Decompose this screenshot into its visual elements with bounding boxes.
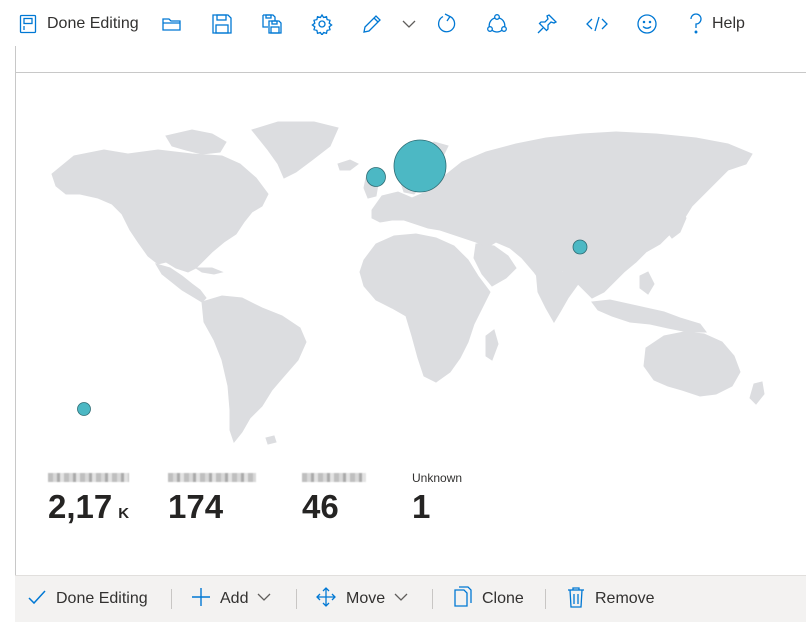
legend-value: 1 bbox=[412, 488, 431, 525]
legend-label: Unknown bbox=[412, 471, 463, 485]
code-icon bbox=[586, 13, 608, 35]
legend-value: 2,17 K bbox=[48, 488, 130, 525]
land-arctic-islands bbox=[165, 129, 227, 155]
legend-item-3: Label 46 bbox=[302, 470, 366, 526]
map-tile: Label 2,17K Label 174 Label 46 Unknown 1 bbox=[15, 46, 806, 622]
edit-dropdown[interactable] bbox=[400, 11, 418, 37]
toolbar-divider bbox=[296, 589, 297, 609]
bubble-uk[interactable] bbox=[366, 167, 386, 187]
add-label: Add bbox=[220, 590, 249, 607]
land-africa bbox=[359, 233, 491, 383]
move-label: Move bbox=[346, 590, 386, 607]
done-editing-button[interactable]: Done Editing bbox=[18, 11, 139, 37]
land-madagascar bbox=[485, 329, 499, 361]
legend-suffix: K bbox=[118, 505, 130, 522]
settings-button[interactable] bbox=[311, 11, 333, 37]
pencil-icon bbox=[361, 13, 383, 35]
land-greenland bbox=[251, 121, 339, 179]
clone-button[interactable]: Clone bbox=[453, 585, 524, 613]
remove-button[interactable]: Remove bbox=[566, 586, 655, 613]
help-button[interactable]: Help bbox=[689, 11, 745, 37]
save-all-button[interactable] bbox=[261, 11, 283, 37]
help-label: Help bbox=[712, 15, 745, 32]
move-button[interactable]: Move bbox=[315, 586, 409, 613]
land-iceland bbox=[337, 159, 359, 171]
feedback-button[interactable] bbox=[636, 11, 658, 37]
done-editing-bottom-label: Done Editing bbox=[56, 590, 148, 607]
trash-icon bbox=[566, 586, 586, 613]
checkmark-icon bbox=[27, 587, 47, 612]
edit-button[interactable] bbox=[361, 11, 383, 37]
clone-label: Clone bbox=[482, 590, 524, 607]
land-antarctic-fragment bbox=[265, 435, 277, 445]
gear-icon bbox=[311, 13, 333, 35]
add-button[interactable]: Add bbox=[191, 587, 272, 612]
remove-label: Remove bbox=[595, 590, 655, 607]
legend-label: Label bbox=[302, 470, 366, 486]
refresh-icon bbox=[436, 13, 458, 35]
save-all-icon bbox=[261, 13, 283, 35]
move-arrows-icon bbox=[315, 586, 337, 613]
legend-label: Label bbox=[168, 470, 256, 486]
chevron-down-icon bbox=[256, 589, 272, 610]
legend-value: 174 bbox=[168, 488, 224, 525]
dashboard-icon bbox=[18, 14, 38, 34]
chevron-down-icon bbox=[393, 589, 409, 610]
land-philippines bbox=[639, 271, 655, 295]
land-australia bbox=[643, 331, 741, 397]
toolbar-divider bbox=[545, 589, 546, 609]
world-map bbox=[51, 121, 765, 445]
bubble-india[interactable] bbox=[572, 239, 588, 255]
top-toolbar: Done Editing Help bbox=[0, 0, 806, 46]
save-icon bbox=[211, 13, 233, 35]
chevron-down-icon bbox=[400, 15, 418, 33]
toolbar-divider bbox=[171, 589, 172, 609]
smiley-icon bbox=[636, 13, 658, 35]
bottom-toolbar: Done Editing Add Move Clone Remove bbox=[15, 575, 806, 622]
legend-label: Label bbox=[48, 470, 129, 486]
land-cuba bbox=[194, 267, 224, 275]
done-editing-label: Done Editing bbox=[47, 15, 139, 32]
land-new-zealand bbox=[749, 381, 765, 405]
help-icon bbox=[689, 13, 703, 35]
pin-button[interactable] bbox=[536, 11, 558, 37]
share-icon bbox=[486, 13, 508, 35]
toolbar-divider bbox=[432, 589, 433, 609]
open-button[interactable] bbox=[161, 11, 183, 37]
copy-icon bbox=[453, 585, 473, 613]
done-editing-bottom-button[interactable]: Done Editing bbox=[27, 588, 148, 610]
open-folder-icon bbox=[161, 14, 183, 34]
share-button[interactable] bbox=[486, 11, 508, 37]
land-north-america bbox=[51, 149, 269, 273]
land-indonesia bbox=[591, 299, 707, 333]
plus-icon bbox=[191, 587, 211, 612]
legend-item-1: Label 2,17K bbox=[48, 470, 129, 533]
legend-item-2: Label 174 bbox=[168, 470, 256, 526]
save-button[interactable] bbox=[211, 11, 233, 37]
code-button[interactable] bbox=[586, 11, 608, 37]
bubble-europe[interactable] bbox=[393, 139, 447, 193]
bubble-pacific[interactable] bbox=[77, 402, 91, 416]
refresh-button[interactable] bbox=[436, 11, 458, 37]
land-south-america bbox=[201, 295, 307, 444]
legend-item-4: Unknown 1 bbox=[412, 470, 462, 526]
legend-value: 46 bbox=[302, 488, 339, 525]
pin-icon bbox=[536, 13, 558, 35]
